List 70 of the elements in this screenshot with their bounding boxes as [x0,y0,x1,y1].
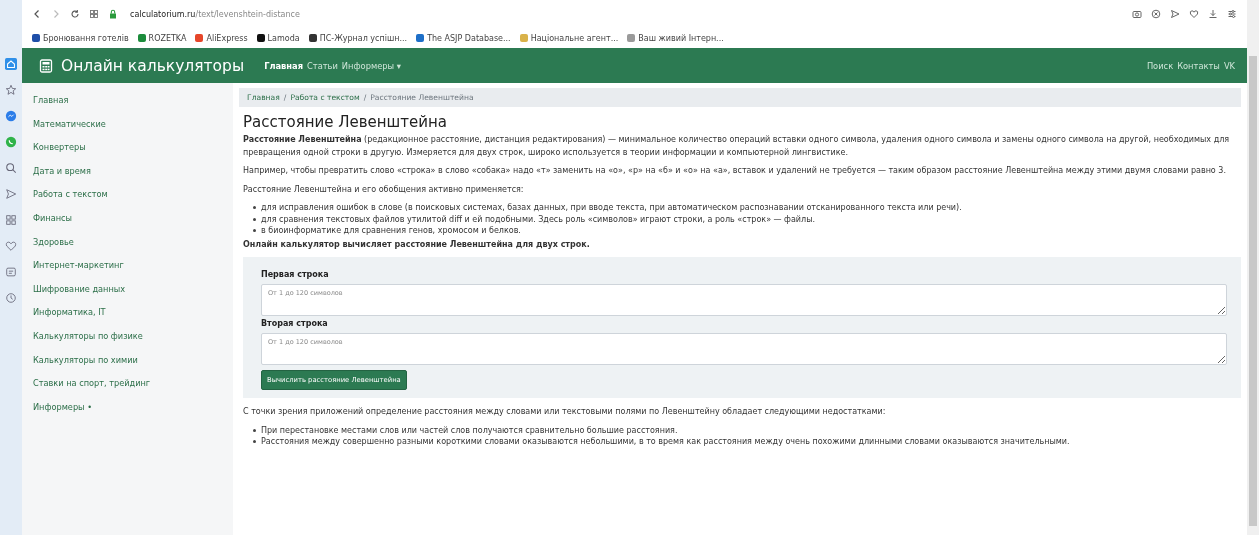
bullet-icon [253,206,256,210]
sidebar-link[interactable]: Шифрование данных [33,283,233,294]
sidebar-link[interactable]: Работа с текстом [33,189,233,200]
lock-icon [108,9,118,19]
sidebar-link[interactable]: Интернет-маркетинг [33,260,233,271]
nav-link[interactable]: Главная [264,60,303,71]
sidebar-link[interactable]: Математические [33,118,233,129]
paragraph: Расстояние Левенштейна и его обобщения активно применяется: [243,183,525,196]
close-circle-icon[interactable] [1151,9,1161,19]
list-item-text: Расстояния между совершенно разными короткими словами оказываются небольшими, в то время как расстояния между очень похожими длинными словами оказываются значительными. [261,436,1070,448]
list-item-text: в биоинформатике для сравнения генов, хромосом и белков. [261,225,521,237]
field-label: Вторая строка [261,319,328,328]
page-title: Расстояние Левенштейна [243,113,449,131]
paragraph: С точки зрения приложений определение расстояния между словами или текстовыми полями по Левенштейну обладает следующими недостатками: [243,406,887,418]
site-logo-link[interactable]: Онлайн калькуляторы [61,56,245,75]
bookmark-label: AliExpress [206,33,248,43]
sidebar-link[interactable]: Калькуляторы по химии [33,354,233,365]
address-bar[interactable]: calculatorium.ru/text/levenshtein-distance [127,7,303,21]
heart-icon[interactable] [1189,9,1199,19]
sidebar-link[interactable]: Финансы [33,212,233,223]
sidebar-link[interactable]: Главная [33,95,233,105]
bullet-icon [253,428,256,432]
search-icon[interactable] [5,162,17,174]
bullet-icon [253,229,256,233]
reload-icon[interactable] [70,9,80,19]
notes-icon[interactable] [5,266,17,278]
nav-link[interactable]: Контакты [1177,60,1220,71]
camera-icon[interactable] [1132,9,1142,19]
bookmark-label: ROZETKA [148,33,187,43]
paragraph: Расстояние Левенштейна (редакционное расстояние, дистанция редактирования) — минимальное количество операций вставки одного символа, удаления одного символа и замены одного символа на другой, необходимых для превращения одной строки в другую. Измеряется для двух строк, широко используется в теории информации и компьютерной лингвистике. [243,134,1231,159]
list-item-text: для сравнения текстовых файлов утилитой diff и ей подобными. Здесь роль «символов» играют строки, а роль «строк» — файлы. [261,213,816,225]
heart-icon[interactable] [5,240,17,252]
list-item-text: При перестановке местами слов или частей слов получаются сравнительно большие расстояния. [261,424,678,436]
nav-link[interactable]: VK [1223,60,1235,71]
bullet-icon [253,217,256,221]
sidebar-link[interactable]: Дата и время [33,165,233,176]
star-icon[interactable] [5,84,17,96]
sidebar-link[interactable]: Конвертеры [33,142,233,153]
grid-icon[interactable] [89,9,99,19]
back-icon[interactable] [32,9,42,19]
download-icon[interactable] [1208,9,1218,19]
grid-icon[interactable] [5,214,17,226]
sidebar-link[interactable]: Ставки на спорт, трейдинг [33,378,233,389]
send-icon[interactable] [5,188,17,200]
send-icon[interactable] [1170,9,1180,19]
sidebar-link[interactable]: Здоровье [33,236,233,247]
bookmark-label: Lamoda [267,33,300,43]
bookmark[interactable]: Lamoda [256,33,300,43]
nav-link[interactable]: Поиск [1146,60,1174,71]
home-icon[interactable] [5,58,17,70]
scrollbar[interactable] [1247,0,1259,535]
list-item-text: для исправления ошибок в слове (в поисковых системах, базах данных, при вводе текста, при автоматическом распознавании отсканированного текста или речи). [261,202,962,214]
nav-link[interactable]: Информеры ▾ [341,60,401,71]
chat-icon[interactable] [5,110,17,122]
field-label: Первая строка [261,270,329,279]
scrollbar-thumb[interactable] [1249,56,1257,526]
nav-link[interactable]: Статьи [307,60,338,71]
forward-icon[interactable] [51,9,61,19]
settings-icon[interactable] [1227,9,1237,19]
calculator-icon [39,58,53,73]
sidebar-link[interactable]: Информатика, IT [33,307,233,318]
bullet-icon [253,440,256,444]
sidebar-link[interactable]: Калькуляторы по физике [33,330,233,341]
calculator-lead: Онлайн калькулятор вычисляет расстояние Левенштейна для двух строк. [243,238,591,251]
sidebar-link[interactable]: Информеры • [33,401,233,412]
phone-chat-icon[interactable] [5,136,17,148]
clock-icon[interactable] [5,292,17,304]
paragraph: Например, чтобы превратить слово «строка» в слово «собака» надо «т» заменить на «о», «р» на «б» и «о» на «а», вставок и удалений не требуется — таким образом расстояние Левенштейна между этими двумя словами равно 3. [243,165,1227,177]
bookmark[interactable]: AliExpress [195,33,248,43]
bookmark[interactable]: ROZETKA [137,33,187,43]
